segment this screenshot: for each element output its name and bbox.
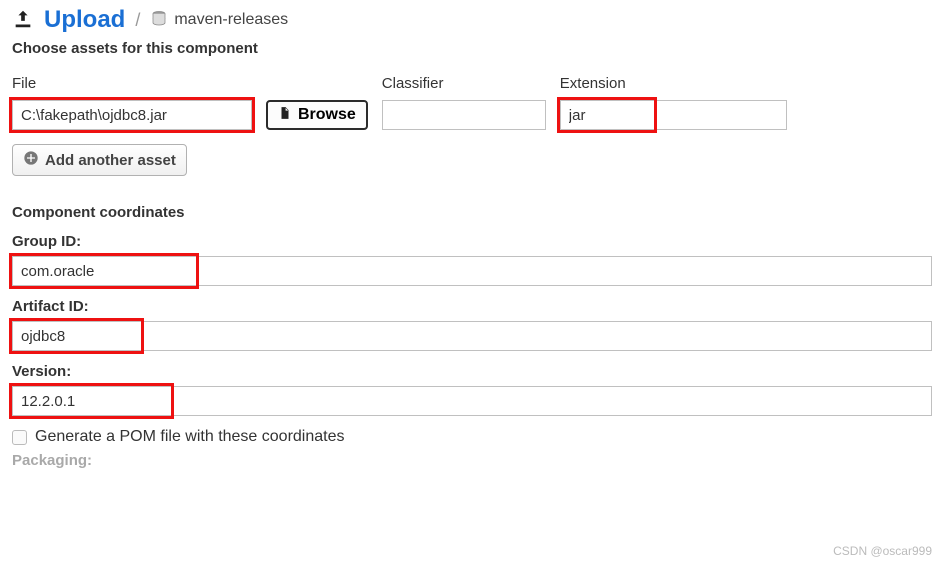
extension-label: Extension bbox=[560, 75, 787, 92]
assets-heading: Choose assets for this component bbox=[12, 40, 932, 57]
version-input[interactable] bbox=[12, 386, 932, 416]
artifact-id-label: Artifact ID: bbox=[12, 298, 932, 315]
file-icon bbox=[278, 106, 292, 125]
plus-icon bbox=[23, 150, 39, 170]
add-asset-button[interactable]: Add another asset bbox=[12, 144, 187, 176]
group-id-label: Group ID: bbox=[12, 233, 932, 250]
repo-name: maven-releases bbox=[174, 11, 288, 29]
browse-button[interactable]: Browse bbox=[266, 100, 368, 130]
repo-breadcrumb[interactable]: maven-releases bbox=[150, 10, 288, 31]
classifier-input[interactable] bbox=[382, 100, 546, 130]
browse-button-label: Browse bbox=[298, 106, 356, 124]
watermark: CSDN @oscar999 bbox=[833, 544, 932, 558]
breadcrumb: Upload / maven-releases bbox=[12, 6, 932, 34]
coordinates-heading: Component coordinates bbox=[12, 204, 932, 221]
database-icon bbox=[150, 10, 168, 31]
breadcrumb-separator: / bbox=[135, 10, 140, 31]
classifier-label: Classifier bbox=[382, 75, 546, 92]
version-label: Version: bbox=[12, 363, 932, 380]
page-title: Upload bbox=[44, 6, 125, 34]
file-label: File bbox=[12, 75, 252, 92]
extension-input[interactable] bbox=[560, 100, 787, 130]
generate-pom-row[interactable]: Generate a POM file with these coordinat… bbox=[12, 428, 932, 446]
generate-pom-checkbox[interactable] bbox=[12, 430, 27, 445]
generate-pom-label: Generate a POM file with these coordinat… bbox=[35, 428, 345, 446]
group-id-input[interactable] bbox=[12, 256, 932, 286]
packaging-label: Packaging: bbox=[12, 452, 92, 469]
add-asset-label: Add another asset bbox=[45, 152, 176, 169]
artifact-id-input[interactable] bbox=[12, 321, 932, 351]
upload-icon bbox=[12, 8, 34, 33]
asset-row: File Browse Classifier Extension bbox=[12, 75, 932, 130]
file-input[interactable] bbox=[12, 100, 252, 130]
